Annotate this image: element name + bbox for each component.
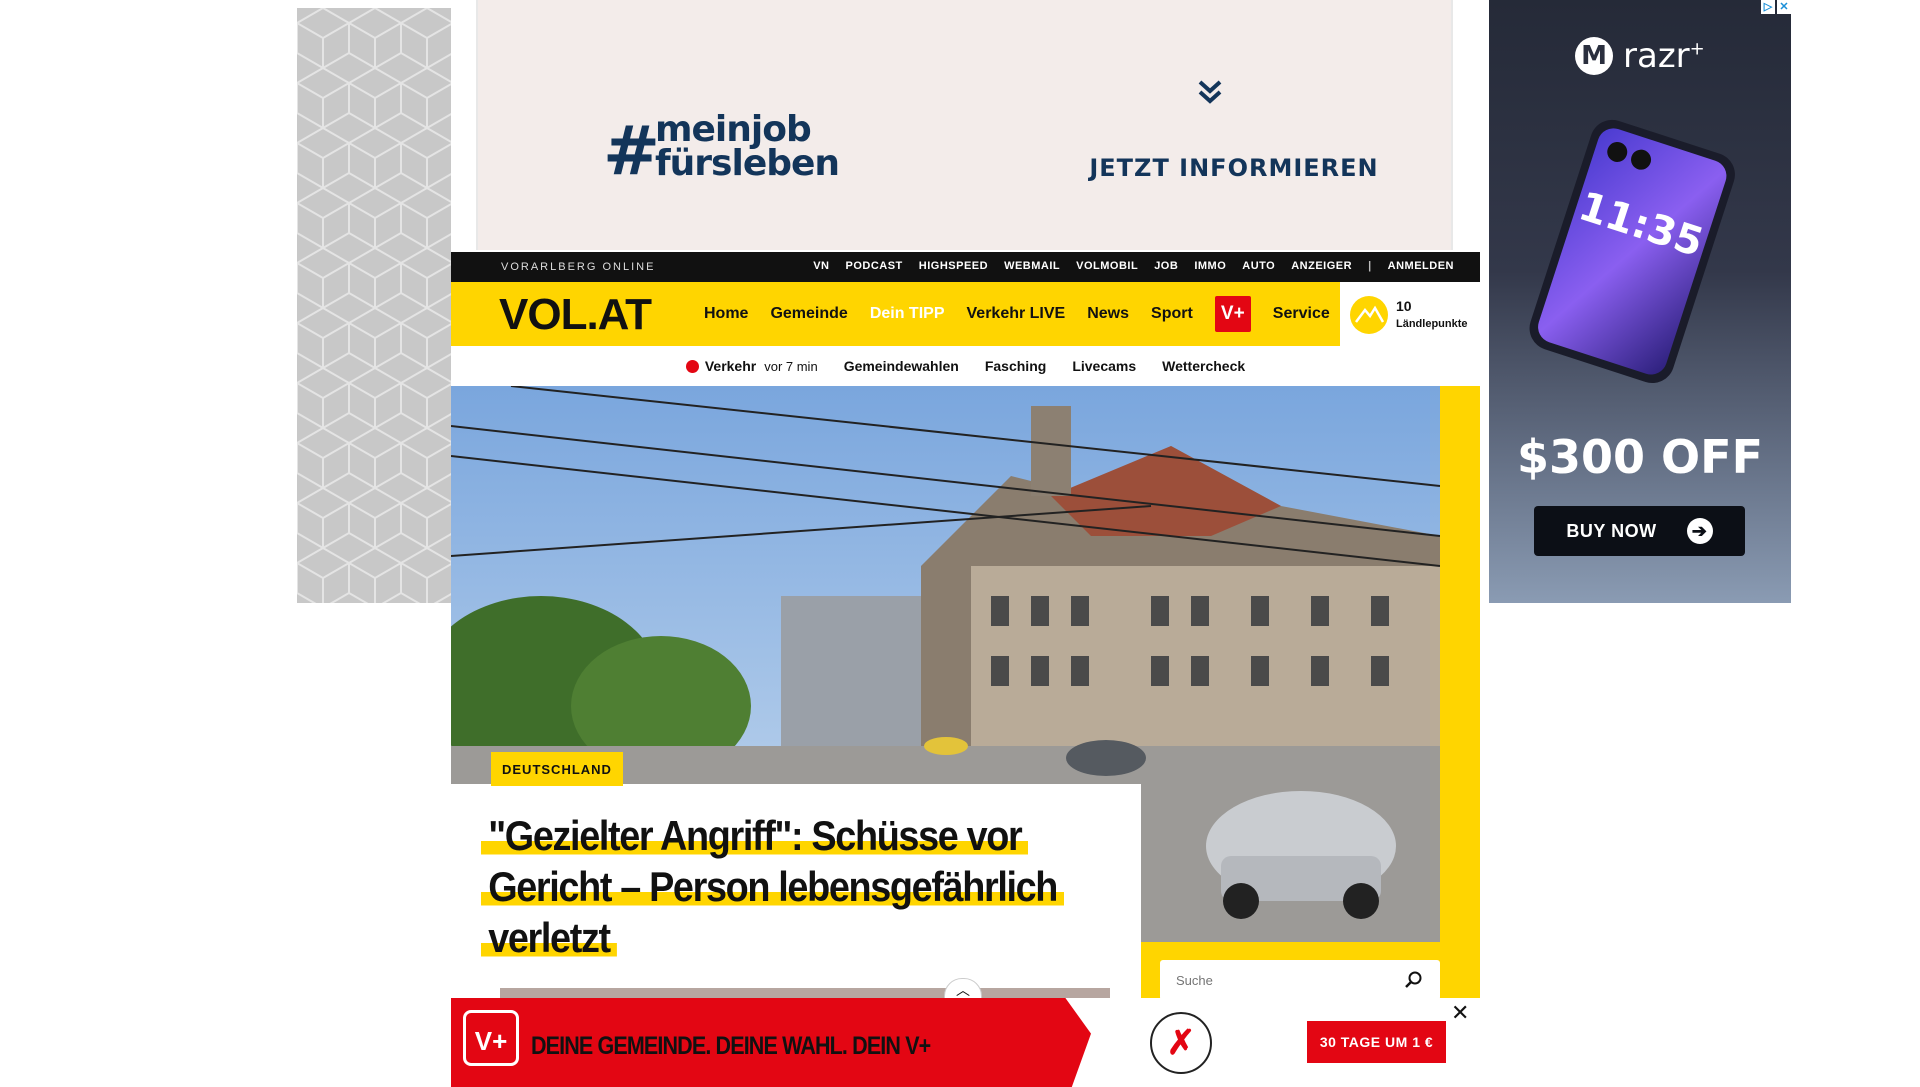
top-link-separator: | [1368,260,1372,272]
subnav-item-fasching[interactable]: Fasching [985,358,1046,374]
next-teaser-image[interactable] [500,988,1110,998]
main-nav-items: Home Gemeinde Dein TIPP Verkehr LIVE New… [704,282,1330,346]
top-link-webmail[interactable]: WEBMAIL [1004,260,1060,272]
adchoices[interactable]: ▷ ✕ [1761,0,1791,14]
top-link-job[interactable]: JOB [1154,260,1178,272]
points-label: Ländlepunkte [1396,318,1468,330]
vplus-badge: V+ [463,1010,519,1066]
search-input[interactable] [1174,972,1398,989]
nav-item-dein-tipp[interactable]: Dein TIPP [870,305,945,323]
site-logo[interactable]: VOL.AT [499,290,652,340]
top-link-auto[interactable]: AUTO [1242,260,1275,272]
close-icon[interactable]: ✕ [1451,1000,1469,1026]
search-box [1160,960,1440,998]
ballot-icon: ✗ [1150,1012,1212,1074]
double-chevron-down-icon [1196,78,1224,111]
top-link-anmelden[interactable]: ANMELDEN [1388,260,1454,272]
sticky-ad-offer-button[interactable]: 30 TAGE UM 1 € [1307,1021,1446,1063]
mountain-icon [1350,296,1388,334]
nav-item-home[interactable]: Home [704,305,748,323]
left-skin-ad[interactable] [297,8,451,603]
main-navigation: VOL.AT Home Gemeinde Dein TIPP Verkehr L… [451,282,1480,346]
ad-offer-text: $300 OFF [1517,430,1763,484]
article-headline-text: "Gezielter Angriff": Schüsse vor Gericht… [481,812,1065,961]
buy-now-button[interactable]: BUY NOW ➔ [1534,506,1745,556]
top-link-volmobil[interactable]: VOLMOBIL [1076,260,1138,272]
subnav-item-wettercheck[interactable]: Wettercheck [1162,358,1245,374]
right-skyscraper-ad[interactable]: ▷ ✕ M razr+ 11:35 $300 OFF BUY NOW ➔ [1489,0,1791,603]
article-kicker[interactable]: DEUTSCHLAND [491,752,623,786]
motorola-m-icon: M [1575,37,1613,75]
article-teaser[interactable]: DEUTSCHLAND "Gezielter Angriff": Schüsse… [451,752,1141,998]
ad-hashtag-line2: fürsleben [655,143,840,184]
nav-item-news[interactable]: News [1087,305,1129,323]
ad-cta-link[interactable]: JETZT INFORMIEREN [1084,154,1384,182]
phone-image: 11:35 [1529,119,1735,384]
sticky-bottom-ad[interactable]: V+ DEINE GEMEINDE. DEINE WAHL. DEIN V+ ✗… [451,998,1480,1087]
top-link-immo[interactable]: IMMO [1194,260,1226,272]
live-dot-icon [685,359,699,373]
ad-close-icon[interactable]: ✕ [1777,0,1791,14]
buy-now-label: BUY NOW [1566,520,1657,541]
top-bar: VORARLBERG ONLINE VN PODCAST HIGHSPEED W… [451,252,1480,282]
sub-navigation: Verkehr vor 7 min Gemeindewahlen Faschin… [451,346,1480,386]
top-link-podcast[interactable]: PODCAST [846,260,903,272]
live-traffic-label: Verkehr [704,358,757,374]
laendlepunkte-widget[interactable]: 10 Ländlepunkte [1340,282,1480,346]
nav-item-verkehr-live[interactable]: Verkehr LIVE [967,305,1066,323]
nav-item-sport[interactable]: Sport [1151,305,1193,323]
razr-brand: razr+ [1623,36,1705,76]
top-link-vn[interactable]: VN [813,260,829,272]
sticky-ad-slogan: DEINE GEMEINDE. DEINE WAHL. DEIN V+ [531,1032,931,1060]
points-value: 10 [1396,298,1412,314]
hexagon-pattern [297,8,451,603]
arrow-right-icon: ➔ [1686,518,1713,544]
adchoices-icon[interactable]: ▷ [1761,0,1775,14]
top-link-highspeed[interactable]: HIGHSPEED [919,260,988,272]
subnav-item-gemeindewahlen[interactable]: Gemeindewahlen [844,358,959,374]
top-bar-brand[interactable]: VORARLBERG ONLINE [501,261,655,273]
top-link-anzeiger[interactable]: ANZEIGER [1291,260,1352,272]
search-icon[interactable] [1404,970,1424,995]
top-bar-links: VN PODCAST HIGHSPEED WEBMAIL VOLMOBIL JO… [813,260,1454,272]
subnav-item-livecams[interactable]: Livecams [1072,358,1136,374]
article-headline[interactable]: "Gezielter Angriff": Schüsse vor Gericht… [481,810,1129,963]
nav-item-gemeinde[interactable]: Gemeinde [770,305,847,323]
motorola-logo: M razr+ [1575,36,1705,76]
sticky-ad-red-panel: V+ DEINE GEMEINDE. DEINE WAHL. DEIN V+ [451,998,1091,1087]
nav-item-service[interactable]: Service [1273,305,1330,323]
live-traffic-link[interactable]: Verkehr vor 7 min [685,358,818,374]
top-banner-ad[interactable]: # meinjob fürsleben JETZT INFORMIEREN [476,0,1453,250]
hero-section: DEUTSCHLAND "Gezielter Angriff": Schüsse… [451,386,1480,998]
live-traffic-time: vor 7 min [764,358,818,374]
nav-item-vplus[interactable]: V+ [1214,296,1251,332]
ad-hash-symbol: # [603,112,660,191]
